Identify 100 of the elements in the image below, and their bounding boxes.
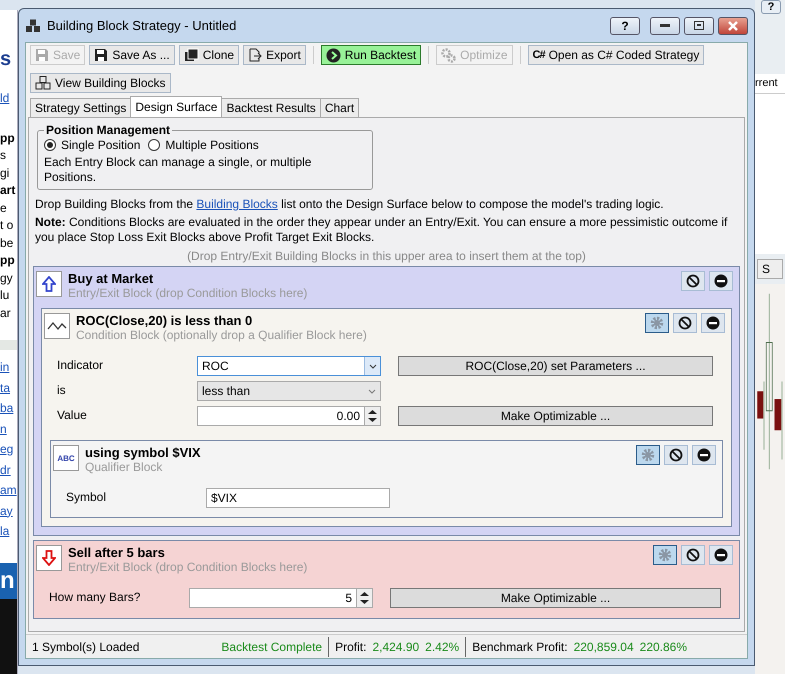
parameter-label: is xyxy=(57,382,67,397)
wave-icon xyxy=(47,321,67,331)
page-text: be xyxy=(0,234,14,252)
page-link[interactable]: n xyxy=(0,420,17,438)
tab[interactable]: Design Surface xyxy=(130,96,222,117)
page-link[interactable]: in xyxy=(0,358,17,376)
remove-button[interactable] xyxy=(701,313,725,333)
prohibited-icon xyxy=(678,316,692,330)
prohibited-icon xyxy=(669,448,683,462)
gear-icon xyxy=(641,448,655,462)
close-button[interactable] xyxy=(718,16,748,34)
building-blocks-link[interactable]: Building Blocks xyxy=(196,197,278,211)
status-value: 2.42% xyxy=(425,640,460,654)
toolbar-button[interactable]: Run Backtest xyxy=(320,45,422,65)
page-link[interactable]: eg xyxy=(0,440,17,458)
maximize-button[interactable] xyxy=(684,16,714,34)
radio-option[interactable]: Multiple Positions xyxy=(148,138,259,152)
page-text: ar xyxy=(0,304,12,322)
settings-button[interactable] xyxy=(636,445,660,465)
page-link[interactable]: ta xyxy=(0,378,17,397)
gear-icon xyxy=(658,548,672,562)
toolbar-button[interactable]: C# Open as C# Coded Strategy xyxy=(528,45,704,65)
page-text: lu xyxy=(0,287,10,304)
page-text: gi xyxy=(0,164,10,182)
number-spinner[interactable]: 0.00 xyxy=(197,406,381,426)
toolbar-button[interactable]: Export xyxy=(243,45,306,65)
tab[interactable]: Strategy Settings xyxy=(30,98,132,117)
toolbar-button[interactable]: View Building Blocks xyxy=(30,73,171,93)
toolbar-button[interactable]: S xyxy=(757,259,783,279)
tab[interactable]: Backtest Results xyxy=(221,98,321,117)
page-heading: s xyxy=(0,48,12,71)
cubes-icon xyxy=(25,18,41,32)
block-subtitle: Qualifier Block xyxy=(85,460,164,474)
remove-icon xyxy=(714,274,728,288)
down-arrow-icon xyxy=(42,550,56,566)
block-title: using symbol $VIX xyxy=(85,445,202,460)
status-text: 1 Symbol(s) Loaded xyxy=(32,640,140,654)
column-header: rrent xyxy=(755,74,785,94)
group-description: Each Entry Block can manage a single, or multiple Positions. xyxy=(44,155,312,185)
page-text: gy xyxy=(0,270,14,286)
minimize-icon xyxy=(660,24,670,28)
parameter-label: How many Bars? xyxy=(49,589,142,604)
parameter-action-button[interactable]: Make Optimizable ... xyxy=(390,588,721,608)
disable-button[interactable] xyxy=(681,271,705,291)
block-subtitle: Entry/Exit Block (drop Condition Blocks here) xyxy=(68,286,308,300)
status-text: Backtest Complete xyxy=(221,640,322,654)
csharp-icon: C# xyxy=(532,49,545,61)
chevron-down-icon xyxy=(368,388,376,394)
toolbar-button[interactable]: Save As ... xyxy=(89,45,175,65)
help-button[interactable]: ? xyxy=(610,16,640,34)
page-link[interactable]: ld xyxy=(0,89,17,108)
block-title: ROC(Close,20) is less than 0 xyxy=(76,313,254,328)
page-link[interactable]: dr xyxy=(0,460,17,479)
remove-button[interactable] xyxy=(709,545,733,565)
radio-option[interactable]: Single Position xyxy=(44,138,140,152)
parameter-label: Value xyxy=(57,407,88,422)
page-link[interactable]: ay xyxy=(0,502,17,520)
page-link[interactable]: am xyxy=(0,481,17,500)
indicator-dropdown[interactable]: ROC xyxy=(197,356,381,376)
gears-icon xyxy=(441,48,456,62)
status-value: 2,424.90 xyxy=(372,640,420,654)
instructions-text: Drop Building Blocks from the Building Blocks list onto the Design Surface below to compose the model's trading logic. xyxy=(35,197,665,212)
disable-button[interactable] xyxy=(681,545,705,565)
disable-button[interactable] xyxy=(664,445,688,465)
block-title: Buy at Market xyxy=(68,271,154,286)
number-spinner[interactable]: 5 xyxy=(189,588,373,608)
abc-label: ABC xyxy=(57,454,75,462)
status-label: Benchmark Profit: xyxy=(472,640,568,654)
parameter-action-button[interactable]: ROC(Close,20) set Parameters ... xyxy=(398,356,713,376)
toolbar-button[interactable]: Clone xyxy=(178,45,240,65)
remove-button[interactable] xyxy=(709,271,733,291)
group-title: Position Management xyxy=(45,123,172,137)
copy-icon xyxy=(184,48,199,62)
page-text: pp xyxy=(0,252,16,269)
block-subtitle: Condition Block (optionally drop a Qualifier Block here) xyxy=(76,328,368,342)
page-link[interactable]: ba xyxy=(0,399,17,418)
remove-icon xyxy=(714,548,728,562)
play-icon xyxy=(326,48,341,62)
settings-button[interactable] xyxy=(645,313,669,333)
block-title: Sell after 5 bars xyxy=(68,545,166,560)
minimize-button[interactable] xyxy=(650,16,680,34)
note-text: Note: Conditions Blocks are evaluated in the order they appear under an Entry/Exit. You can ensure a more pessimistic outcome if you place Stop Loss Exit Blocks above Profit Target Exit Blocks. xyxy=(35,215,728,245)
help-button[interactable]: ? xyxy=(761,0,781,14)
drop-hint: (Drop Entry/Exit Building Blocks in this upper area to insert them at the top) xyxy=(186,249,587,263)
comparison-select[interactable]: less than xyxy=(197,381,381,401)
gear-icon xyxy=(650,316,664,330)
cubes-icon xyxy=(35,76,51,90)
remove-button[interactable] xyxy=(692,445,716,465)
page-link[interactable]: la xyxy=(0,522,17,540)
parameter-action-button[interactable]: Make Optimizable ... xyxy=(398,406,713,426)
page-text: pp xyxy=(0,130,16,146)
settings-button[interactable] xyxy=(653,545,677,565)
disable-button[interactable] xyxy=(673,313,697,333)
page-banner: n xyxy=(0,562,17,598)
up-arrow-icon xyxy=(42,276,56,292)
window-title: Building Block Strategy - Untitled xyxy=(47,18,238,33)
parameter-label: Symbol xyxy=(66,489,108,504)
maximize-icon xyxy=(694,21,704,30)
symbol-input[interactable]: $VIX xyxy=(206,488,390,508)
tab[interactable]: Chart xyxy=(320,98,360,117)
